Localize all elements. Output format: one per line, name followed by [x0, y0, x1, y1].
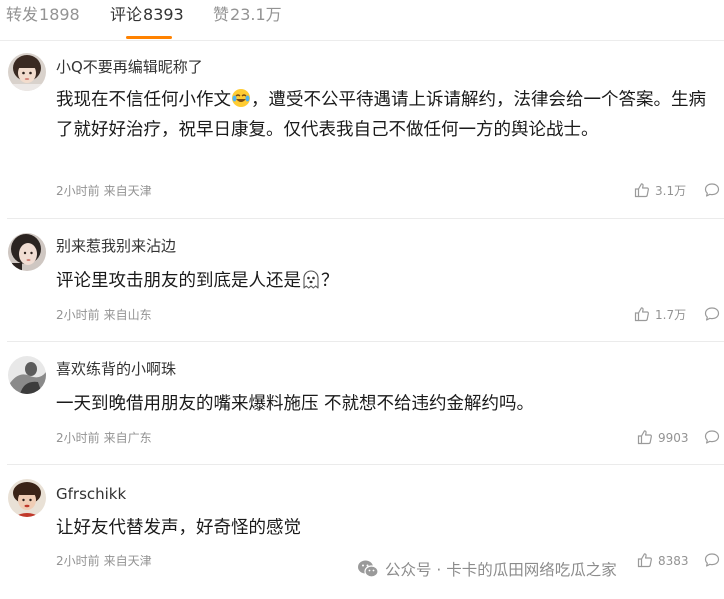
tab-comments-count: 8393 — [143, 5, 184, 24]
thumbs-up-icon — [634, 307, 649, 322]
comment-text: 我现在不信任何小作文 ，遭受不公平待遇请上诉请解约，法律会给一个答案。生病了就好好… — [56, 86, 720, 145]
comment-meta: 2小时前 来自天津 — [56, 552, 152, 570]
reply-button[interactable] — [704, 429, 720, 449]
comment-meta: 2小时前 来自山东 — [56, 306, 152, 324]
like-button[interactable]: 3.1万 — [634, 182, 686, 200]
avatar[interactable] — [8, 233, 46, 271]
comment-text-part: 我现在不信任何小作文 — [56, 90, 231, 110]
thumbs-up-icon — [637, 553, 652, 568]
comment-text: 一天到晚借用朋友的嘴来爆料施压 不就想不给违约金解约吗。 — [56, 394, 535, 414]
avatar[interactable] — [8, 479, 46, 517]
active-tab-indicator — [126, 36, 172, 39]
comment-bubble-icon — [704, 307, 720, 321]
avatar-image — [8, 479, 46, 517]
comment-location: 来自天津 — [103, 554, 152, 568]
comment-location: 来自广东 — [103, 431, 152, 445]
like-count: 3.1万 — [655, 184, 687, 198]
avatar[interactable] — [8, 356, 46, 394]
watermark-text: 公众号 · 卡卡的瓜田网络吃瓜之家 — [385, 561, 617, 579]
tab-likes[interactable]: 赞23.1万 — [213, 2, 282, 28]
like-count: 9903 — [658, 431, 689, 445]
comment-item: 小Q不要再编辑昵称了 我现在不信任何小作文 ，遭受不公平待遇请上诉请解约，法律会给… — [0, 41, 724, 219]
like-count: 8383 — [658, 554, 689, 568]
tab-likes-label: 赞 — [213, 5, 230, 24]
like-button[interactable]: 8383 — [637, 552, 689, 570]
comment-meta: 2小时前 来自天津 — [56, 182, 152, 200]
comment-text: 让好友代替发声，好奇怪的感觉 — [56, 518, 301, 538]
avatar-image — [8, 53, 46, 91]
comment-bubble-icon — [704, 553, 720, 567]
avatar-image — [8, 233, 46, 271]
reply-button[interactable] — [704, 552, 720, 572]
tab-reposts-count: 1898 — [39, 5, 80, 24]
like-button[interactable]: 9903 — [637, 429, 689, 447]
like-count: 1.7万 — [655, 308, 687, 322]
comment-username[interactable]: 喜欢练背的小啊珠 — [56, 358, 176, 380]
tab-reposts[interactable]: 转发1898 — [6, 2, 80, 28]
comment-text-part: ？ — [321, 271, 339, 291]
watermark: 公众号 · 卡卡的瓜田网络吃瓜之家 — [357, 557, 617, 583]
tab-reposts-label: 转发 — [6, 5, 39, 24]
comment-item: 喜欢练背的小啊珠 一天到晚借用朋友的嘴来爆料施压 不就想不给违约金解约吗。 2小… — [0, 342, 724, 465]
tab-comments-label: 评论 — [110, 5, 143, 24]
laughing-crying-emoji-icon — [232, 89, 250, 107]
ghost-emoji-icon — [303, 270, 319, 289]
comment-time: 2小时前 — [56, 554, 100, 568]
thumbs-up-icon — [637, 430, 652, 445]
comment-username[interactable]: 小Q不要再编辑昵称了 — [56, 56, 203, 78]
comment-item: 别来惹我别来沾边 评论里攻击朋友的到底是人还是 ？ 2小时前 来自山东 1.7万 — [0, 219, 724, 342]
comment-bubble-icon — [704, 430, 720, 444]
comment-tabs: 转发1898 评论8393 赞23.1万 — [0, 0, 724, 41]
reply-button[interactable] — [704, 306, 720, 326]
comment-text-part: 评论里攻击朋友的到底是人还是 — [56, 271, 301, 291]
comment-time: 2小时前 — [56, 184, 100, 198]
avatar-image — [8, 356, 46, 394]
comment-bubble-icon — [704, 183, 720, 197]
reply-button[interactable] — [704, 182, 720, 202]
comment-meta: 2小时前 来自广东 — [56, 429, 152, 447]
comment-username[interactable]: Gfrschikk — [56, 483, 126, 505]
comment-location: 来自天津 — [103, 184, 152, 198]
tab-comments[interactable]: 评论8393 — [110, 2, 184, 28]
comment-location: 来自山东 — [103, 308, 152, 322]
wechat-icon — [358, 560, 379, 578]
comment-username[interactable]: 别来惹我别来沾边 — [56, 235, 176, 257]
avatar[interactable] — [8, 53, 46, 91]
comment-time: 2小时前 — [56, 431, 100, 445]
thumbs-up-icon — [634, 183, 649, 198]
comment-text: 评论里攻击朋友的到底是人还是 ？ — [56, 267, 720, 297]
comment-time: 2小时前 — [56, 308, 100, 322]
like-button[interactable]: 1.7万 — [634, 306, 686, 324]
tab-likes-count: 23.1万 — [230, 5, 282, 24]
